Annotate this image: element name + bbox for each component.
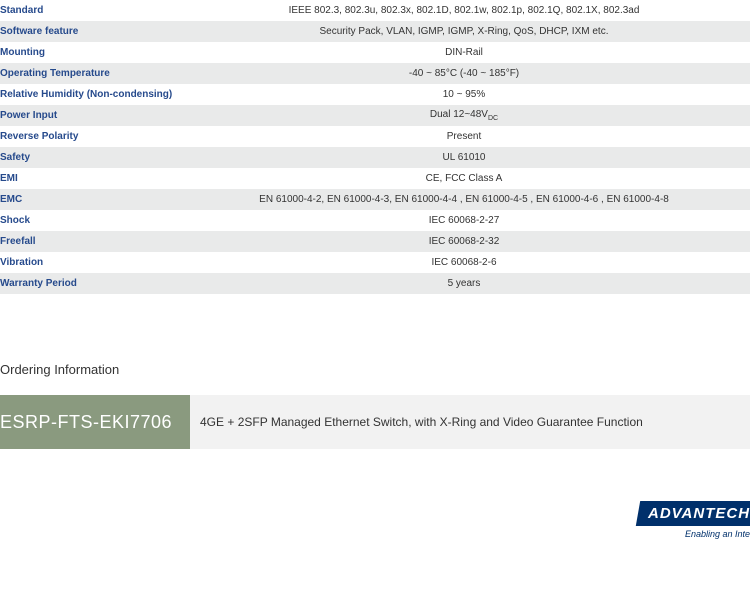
ordering-code: ESRP-FTS-EKI7706 <box>0 395 190 449</box>
spec-value: EN 61000-4-2, EN 61000-4-3, EN 61000-4-4… <box>178 189 750 210</box>
table-row: Reverse PolarityPresent <box>0 126 750 147</box>
spec-label: Power Input <box>0 105 178 126</box>
table-row: VibrationIEC 60068-2-6 <box>0 252 750 273</box>
spec-label: Freefall <box>0 231 178 252</box>
table-row: ShockIEC 60068-2-27 <box>0 210 750 231</box>
logo-brand-banner: ADVANTECH <box>636 501 750 526</box>
table-row: Operating Temperature-40 ~ 85°C (-40 ~ 1… <box>0 63 750 84</box>
spec-value: IEC 60068-2-32 <box>178 231 750 252</box>
ordering-row: ESRP-FTS-EKI7706 4GE + 2SFP Managed Ethe… <box>0 395 750 449</box>
spec-value: IEC 60068-2-27 <box>178 210 750 231</box>
table-row: Relative Humidity (Non-condensing)10 ~ 9… <box>0 84 750 105</box>
table-row: SafetyUL 61010 <box>0 147 750 168</box>
table-row: EMCEN 61000-4-2, EN 61000-4-3, EN 61000-… <box>0 189 750 210</box>
logo-tagline: Enabling an Inte <box>638 529 750 539</box>
spec-value: IEC 60068-2-6 <box>178 252 750 273</box>
spec-label: EMC <box>0 189 178 210</box>
spec-label: Standard <box>0 0 178 21</box>
table-row: Warranty Period5 years <box>0 273 750 294</box>
spec-value: -40 ~ 85°C (-40 ~ 185°F) <box>178 63 750 84</box>
table-row: EMICE, FCC Class A <box>0 168 750 189</box>
table-row: FreefallIEC 60068-2-32 <box>0 231 750 252</box>
spec-label: Software feature <box>0 21 178 42</box>
table-row: Software featureSecurity Pack, VLAN, IGM… <box>0 21 750 42</box>
specifications-table: StandardIEEE 802.3, 802.3u, 802.3x, 802.… <box>0 0 750 294</box>
spec-value: CE, FCC Class A <box>178 168 750 189</box>
ordering-information-heading: Ordering Information <box>0 362 750 377</box>
spec-label: EMI <box>0 168 178 189</box>
table-row: StandardIEEE 802.3, 802.3u, 802.3x, 802.… <box>0 0 750 21</box>
table-row: Power InputDual 12~48VDC <box>0 105 750 126</box>
advantech-logo: ADVANTECH Enabling an Inte <box>638 501 750 547</box>
spec-label: Vibration <box>0 252 178 273</box>
spec-value: Security Pack, VLAN, IGMP, IGMP, X-Ring,… <box>178 21 750 42</box>
spec-value: UL 61010 <box>178 147 750 168</box>
spec-label: Relative Humidity (Non-condensing) <box>0 84 178 105</box>
spec-value: Dual 12~48VDC <box>178 105 750 126</box>
spec-value: 10 ~ 95% <box>178 84 750 105</box>
spec-value: Present <box>178 126 750 147</box>
spec-label: Warranty Period <box>0 273 178 294</box>
spec-label: Reverse Polarity <box>0 126 178 147</box>
spec-value: DIN-Rail <box>178 42 750 63</box>
spec-label: Safety <box>0 147 178 168</box>
spec-label: Shock <box>0 210 178 231</box>
ordering-description: 4GE + 2SFP Managed Ethernet Switch, with… <box>190 395 750 449</box>
spec-label: Mounting <box>0 42 178 63</box>
spec-label: Operating Temperature <box>0 63 178 84</box>
spec-value: 5 years <box>178 273 750 294</box>
spec-value: IEEE 802.3, 802.3u, 802.3x, 802.1D, 802.… <box>178 0 750 21</box>
table-row: MountingDIN-Rail <box>0 42 750 63</box>
